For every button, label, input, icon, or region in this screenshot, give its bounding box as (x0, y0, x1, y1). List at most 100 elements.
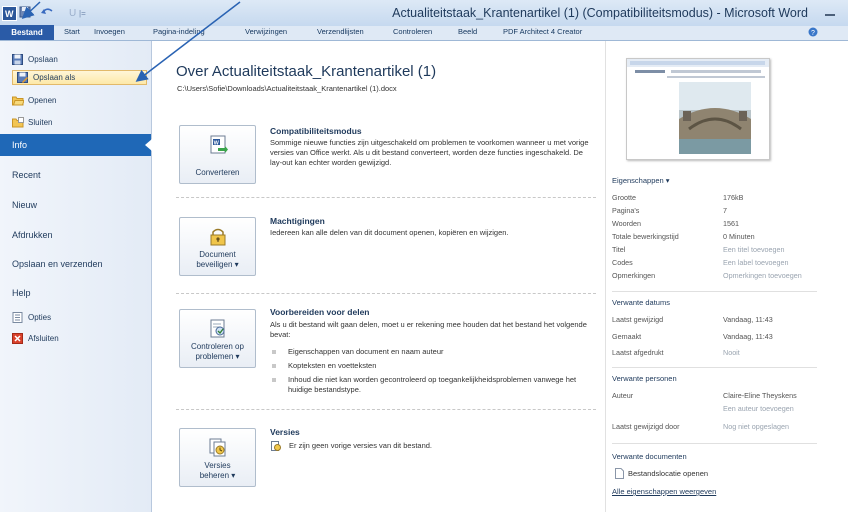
tab-verzendlijsten[interactable]: Verzendlijsten (317, 27, 364, 36)
comments-field[interactable]: Opmerkingen toevoegen (723, 271, 802, 280)
section-title-versions: Versies (270, 427, 300, 437)
protect-document-button[interactable]: Document beveiligen ▾ (179, 217, 256, 276)
divider (176, 293, 596, 294)
options-icon (12, 311, 23, 323)
tab-pagina-indeling[interactable]: Pagina-indeling (153, 27, 205, 36)
cmd-label: Openen (28, 95, 57, 105)
documents-heading: Verwante documenten (612, 452, 687, 461)
section-title-permissions: Machtigingen (270, 216, 325, 226)
title-field[interactable]: Een titel toevoegen (723, 245, 785, 254)
open-file-location-link[interactable]: Bestandslocatie openen (628, 469, 708, 478)
divider (612, 443, 817, 444)
redo-icon[interactable]: U |= (68, 6, 88, 19)
prop-value: 0 Minuten (723, 232, 755, 241)
folder-open-icon (12, 95, 25, 106)
tab-controleren[interactable]: Controleren (393, 27, 432, 36)
cmd-afsluiten[interactable]: Afsluiten (12, 331, 59, 345)
document-icon (615, 468, 624, 481)
tab-beeld[interactable]: Beeld (458, 27, 477, 36)
divider (176, 409, 596, 410)
section-text-prepare: Als u dit bestand wilt gaan delen, moet … (270, 320, 587, 339)
versions-icon (208, 438, 228, 458)
nav-nieuw[interactable]: Nieuw (0, 194, 151, 216)
help-icon[interactable]: ? (808, 27, 818, 37)
tab-invoegen[interactable]: Invoegen (94, 27, 125, 36)
author-name[interactable]: Claire-Eline Theyskens (723, 391, 797, 400)
page-title: Over Actualiteitstaak_Krantenartikel (1) (176, 63, 437, 80)
ribbon-tabs: Bestand Start Invoegen Pagina-indeling V… (0, 25, 848, 41)
prop-key: Codes (612, 258, 633, 267)
prop-key: Woorden (612, 219, 642, 228)
properties-heading[interactable]: Eigenschappen ▾ (612, 176, 670, 185)
tab-bestand[interactable]: Bestand (0, 25, 54, 40)
cmd-label: Afsluiten (28, 333, 59, 343)
prop-key: Opmerkingen (612, 271, 656, 280)
minimize-icon[interactable] (822, 9, 838, 22)
cmd-label: Opslaan als (33, 73, 76, 82)
convert-document-icon: W (208, 135, 228, 155)
nav-info[interactable]: Info (0, 134, 152, 156)
manage-versions-button[interactable]: Versies beheren ▾ (179, 428, 256, 487)
backstage-nav (0, 41, 152, 512)
tags-field[interactable]: Een label toevoegen (723, 258, 789, 267)
svg-text:|=: |= (79, 9, 86, 18)
prop-key: Titel (612, 245, 626, 254)
undo-icon[interactable] (40, 6, 54, 19)
divider (612, 291, 817, 292)
prop-key: Pagina's (612, 206, 640, 215)
prop-value: Vandaag, 11:43 (723, 332, 773, 341)
window-title: Actualiteitstaak_Krantenartikel (1) (Com… (392, 6, 808, 20)
inspect-document-icon (208, 319, 228, 339)
prop-value: 176kB (723, 193, 744, 202)
nav-afdrukken[interactable]: Afdrukken (0, 224, 151, 246)
show-all-properties-link[interactable]: Alle eigenschappen weergeven (612, 487, 716, 496)
prop-value: 1561 (723, 219, 739, 228)
tab-pdf-architect[interactable]: PDF Architect 4 Creator (503, 27, 582, 36)
section-text-permissions: Iedereen kan alle delen van dit document… (270, 228, 509, 237)
cmd-label: Opslaan (28, 54, 58, 64)
svg-text:W: W (214, 140, 220, 146)
prop-value: Vandaag, 11:43 (723, 315, 773, 324)
tab-verwijzingen[interactable]: Verwijzingen (245, 27, 287, 36)
button-label: Converteren (195, 168, 240, 177)
check-issues-button[interactable]: Controleren op problemen ▾ (179, 309, 256, 368)
button-label: Versies beheren ▾ (199, 461, 236, 480)
file-path: C:\Users\Sofie\Downloads\Actualiteitstaa… (177, 84, 397, 93)
prop-value: 7 (723, 206, 727, 215)
folder-close-icon (12, 116, 24, 128)
nav-help[interactable]: Help (0, 282, 151, 304)
word-icon[interactable]: W (2, 6, 17, 21)
prop-value: Nog niet opgeslagen (723, 422, 789, 431)
cmd-opslaan[interactable]: Opslaan (12, 52, 58, 66)
dates-heading: Verwante datums (612, 298, 670, 307)
document-preview[interactable] (626, 58, 770, 160)
save-as-icon (17, 72, 28, 83)
tab-start[interactable]: Start (64, 27, 80, 36)
prop-key: Auteur (612, 391, 634, 400)
cmd-openen[interactable]: Openen (12, 93, 56, 107)
preview-image (627, 59, 769, 154)
save-icon[interactable] (19, 6, 31, 19)
cmd-opties[interactable]: Opties (12, 310, 51, 324)
nav-recent[interactable]: Recent (0, 164, 151, 186)
svg-text:?: ? (811, 30, 815, 37)
cmd-opslaan-als[interactable]: Opslaan als (12, 70, 147, 85)
prop-key: Laatst afgedrukt (612, 348, 664, 357)
button-label: Controleren op problemen ▾ (191, 342, 244, 361)
section-text-compat: Sommige nieuwe functies zijn uitgeschake… (270, 138, 589, 167)
exit-icon (12, 332, 23, 344)
divider (612, 367, 817, 368)
add-author-field[interactable]: Een auteur toevoegen (723, 404, 794, 413)
section-title-prepare: Voorbereiden voor delen (270, 307, 370, 317)
prop-key: Grootte (612, 193, 636, 202)
convert-button[interactable]: W Converteren (179, 125, 256, 184)
cmd-label: Opties (28, 312, 52, 322)
title-bar: W U |= Actualiteitstaak_Krantenartikel (1… (0, 0, 848, 26)
lock-key-icon (208, 227, 228, 247)
cmd-label: Sluiten (28, 117, 53, 127)
nav-opslaan-en-verzenden[interactable]: Opslaan en verzenden (0, 253, 151, 275)
cmd-sluiten[interactable]: Sluiten (12, 115, 52, 129)
prop-key: Laatst gewijzigd door (612, 422, 680, 431)
prop-key: Gemaakt (612, 332, 642, 341)
version-doc-icon (271, 441, 281, 453)
